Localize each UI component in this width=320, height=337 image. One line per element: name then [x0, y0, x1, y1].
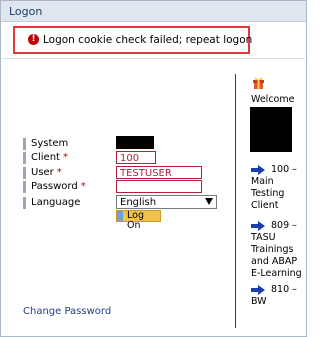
row-marker	[23, 138, 26, 150]
sidebar-divider	[235, 74, 236, 328]
entry-description: Main Testing Client	[251, 176, 285, 211]
logon-button-label: Log On	[127, 210, 144, 231]
entry-description: BW	[251, 296, 267, 307]
system-field[interactable]	[116, 136, 154, 149]
entry-code: 100 –	[271, 164, 297, 175]
language-label: Language	[31, 197, 81, 208]
chevron-down-icon[interactable]	[205, 198, 213, 205]
error-exclamation-icon: !	[28, 34, 39, 45]
password-input[interactable]	[116, 180, 202, 193]
error-message-text: Logon cookie check failed; repeat logon	[43, 34, 253, 46]
button-accent	[117, 211, 123, 221]
required-mark: *	[80, 181, 86, 192]
client-entry-100[interactable]: 100 – Main Testing Client	[251, 164, 305, 212]
system-label: System	[31, 138, 69, 149]
welcome-image	[250, 107, 292, 152]
gift-icon	[253, 77, 264, 89]
title-bar: Logon	[1, 1, 306, 22]
right-arrow-icon	[251, 164, 265, 175]
client-entry-809[interactable]: 809 – TASU Trainings and ABAP E-Learning	[251, 220, 305, 280]
language-select-value: English	[120, 197, 157, 208]
entry-code: 809 –	[271, 220, 297, 231]
entry-description: TASU Trainings and ABAP E-Learning	[251, 232, 302, 279]
required-mark: *	[62, 152, 68, 163]
change-password-link[interactable]: Change Password	[23, 306, 111, 317]
window-title: Logon	[9, 5, 43, 18]
right-arrow-icon	[251, 220, 265, 231]
user-label: User *	[31, 167, 62, 178]
right-arrow-icon	[251, 284, 265, 295]
client-label: Client *	[31, 152, 68, 163]
user-input[interactable]: TESTUSER	[116, 166, 202, 179]
row-marker	[23, 152, 26, 164]
logon-window: Logon ! Logon cookie check failed; repea…	[0, 0, 307, 337]
logon-button[interactable]: Log On	[116, 210, 161, 231]
required-mark: *	[56, 167, 62, 178]
language-select[interactable]: English	[116, 195, 217, 209]
row-marker	[23, 197, 26, 209]
error-message-box: ! Logon cookie check failed; repeat logo…	[13, 26, 253, 54]
row-marker	[23, 167, 26, 179]
client-input[interactable]: 100	[116, 151, 156, 164]
entry-code: 810 –	[271, 284, 297, 295]
password-label: Password *	[31, 181, 86, 192]
header-divider	[2, 58, 305, 59]
row-marker	[23, 181, 26, 193]
welcome-heading: Welcome	[251, 94, 295, 105]
client-entry-810[interactable]: 810 – BW	[251, 284, 305, 308]
